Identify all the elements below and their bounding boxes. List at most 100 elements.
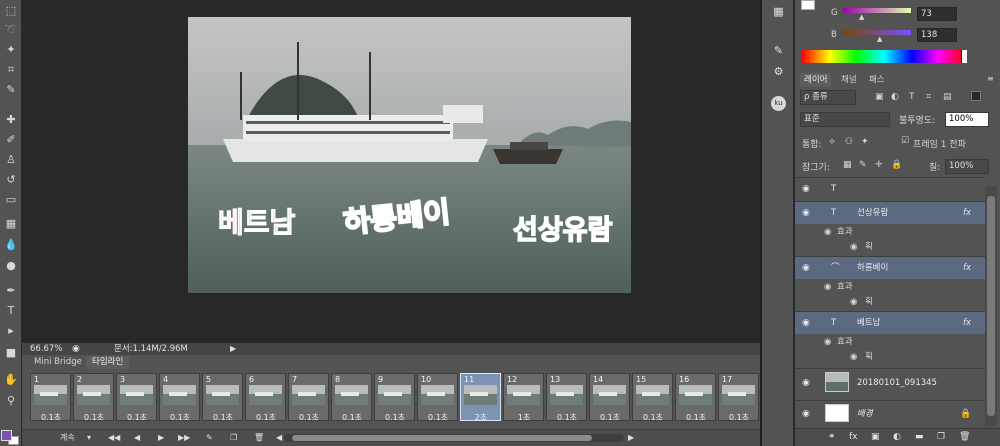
panel-menu-icon[interactable]: ≡ xyxy=(987,74,994,83)
tab-layers[interactable]: 레이어 xyxy=(800,73,832,87)
eye-icon[interactable]: ◉ xyxy=(824,225,831,240)
fill-input[interactable]: 100% xyxy=(945,159,989,174)
play-button[interactable]: ▶ xyxy=(158,432,164,444)
animation-frame[interactable]: 7 0.1초 xyxy=(288,373,329,422)
layer-halong-bay[interactable]: ◉ ⌒ 하롱베이 fx xyxy=(795,256,985,279)
filter-shape-icon[interactable]: ⌗ xyxy=(926,92,931,102)
adjustment-layer-icon[interactable]: ◐ xyxy=(893,432,901,442)
white-swatch[interactable] xyxy=(961,50,967,63)
frame-delay-select[interactable]: 0.1초 xyxy=(204,412,242,423)
quick-select-icon[interactable]: ✦ xyxy=(3,42,19,58)
animation-frame[interactable]: 3 0.1초 xyxy=(116,373,157,423)
eye-icon[interactable]: ◉ xyxy=(824,335,831,350)
frame-delay-select[interactable]: 0.1초 xyxy=(75,412,113,423)
loop-select[interactable]: 계속 xyxy=(60,432,75,444)
channel-b-value[interactable]: 138 xyxy=(917,28,957,42)
eye-icon[interactable]: ◉ xyxy=(824,280,831,295)
animation-frame[interactable]: 16 0.1초 xyxy=(675,373,716,423)
frame-delay-select[interactable]: 0.1초 xyxy=(591,412,629,423)
loop-dropdown-icon[interactable]: ▾ xyxy=(87,432,91,444)
animation-frame[interactable]: 1 0.1초 xyxy=(30,373,71,423)
tab-timeline[interactable]: 타임라인 xyxy=(86,356,130,369)
new-group-icon[interactable]: ▬ xyxy=(915,432,924,442)
frame-delay-select[interactable]: 0.1초 xyxy=(720,412,758,423)
opacity-input[interactable]: 100% xyxy=(945,112,989,127)
stamp-icon[interactable]: ♙ xyxy=(3,152,19,168)
animation-frame[interactable]: 12 1초 xyxy=(503,373,544,422)
tab-channels[interactable]: 채널 xyxy=(837,73,861,87)
eyedropper-icon[interactable]: ✎ xyxy=(3,82,19,98)
eye-icon[interactable]: ◉ xyxy=(802,202,810,224)
canvas-area[interactable]: 베트남 하롱베이 선상유람 xyxy=(22,0,760,342)
effects-row[interactable]: ◉ 효과 xyxy=(795,225,985,240)
lock-pixels-icon[interactable]: ✎ xyxy=(859,160,867,170)
blend-mode-select[interactable]: 표준 xyxy=(800,112,890,127)
stroke-row[interactable]: ◉ 획 xyxy=(795,240,985,255)
next-frame-button[interactable]: ▶▶ xyxy=(178,432,190,444)
scroll-thumb[interactable] xyxy=(292,435,592,441)
dodge-icon[interactable]: ● xyxy=(3,258,19,274)
layer-photo[interactable]: ◉ 20180101_091345 xyxy=(795,368,985,396)
layer-vietnam[interactable]: ◉ T 베트남 fx xyxy=(795,311,985,334)
tab-paths[interactable]: 패스 xyxy=(865,73,889,87)
status-menu-arrow-icon[interactable]: ▶ xyxy=(230,343,236,355)
layers-scrollbar[interactable] xyxy=(985,186,997,426)
filter-toggle[interactable] xyxy=(971,91,981,101)
animation-frame[interactable]: 8 0.1초 xyxy=(331,373,372,422)
link-layers-icon[interactable]: ⚭ xyxy=(828,432,836,442)
path-select-icon[interactable]: ▸ xyxy=(3,323,19,339)
slider-knob-icon[interactable]: ▲ xyxy=(877,35,882,43)
eraser-icon[interactable]: ▭ xyxy=(3,192,19,208)
fx-icon[interactable]: fx xyxy=(963,312,971,334)
frame-delay-select[interactable]: 0.1초 xyxy=(419,412,457,423)
layer-text-empty[interactable]: ◉ T xyxy=(795,177,985,200)
brush-presets-icon[interactable]: ✎ xyxy=(771,43,786,58)
animation-frame[interactable]: 4 0.1초 xyxy=(159,373,200,423)
history-brush-icon[interactable]: ↺ xyxy=(3,172,19,188)
zoom-level[interactable]: 66.67% xyxy=(30,343,62,355)
layer-filter-select[interactable]: ρ 종류 xyxy=(800,90,856,105)
lock-position-icon[interactable]: ✛ xyxy=(875,160,883,170)
adjustments-icon[interactable]: ▦ xyxy=(771,4,786,19)
crop-icon[interactable]: ⌗ xyxy=(3,62,19,78)
animation-frame[interactable]: 17 0.1초 xyxy=(718,373,759,423)
blur-icon[interactable]: 💧 xyxy=(3,237,19,253)
filter-pixel-icon[interactable]: ▣ xyxy=(875,92,884,102)
filter-type-icon[interactable]: T xyxy=(909,92,915,102)
filter-adjust-icon[interactable]: ◐ xyxy=(891,92,899,102)
frame-delay-select[interactable]: 0.1초 xyxy=(634,412,672,423)
tween-icon[interactable]: ✎ xyxy=(206,432,213,444)
type-icon[interactable]: T xyxy=(3,303,19,319)
foreground-swatch[interactable] xyxy=(1,430,12,441)
effects-row[interactable]: ◉ 효과 xyxy=(795,335,985,350)
animation-frame[interactable]: 9 0.1초 xyxy=(374,373,415,422)
stroke-row[interactable]: ◉ 획 xyxy=(795,295,985,310)
scroll-right-icon[interactable]: ▶ xyxy=(628,432,634,444)
pen-icon[interactable]: ✒ xyxy=(3,283,19,299)
lock-all-icon[interactable]: 🔒 xyxy=(891,160,902,170)
slider-knob-icon[interactable]: ▲ xyxy=(859,13,864,21)
delete-frame-icon[interactable]: 🗑 xyxy=(254,432,264,444)
tab-mini-bridge[interactable]: Mini Bridge xyxy=(28,356,88,369)
clone-source-icon[interactable]: ⚙ xyxy=(771,64,786,79)
unify-position-icon[interactable]: ⟡ xyxy=(829,137,835,147)
kuler-icon[interactable]: ku xyxy=(771,96,786,111)
rectangle-icon[interactable]: ■ xyxy=(3,345,19,361)
animation-frame[interactable]: 15 0.1초 xyxy=(632,373,673,423)
frame-delay-select[interactable]: 0.1초 xyxy=(677,412,715,423)
scroll-thumb[interactable] xyxy=(987,196,995,416)
frame-delay-select[interactable]: 0.1초 xyxy=(32,412,70,423)
frame-delay-select[interactable]: 0.1초 xyxy=(118,412,156,423)
animation-frame[interactable]: 5 0.1초 xyxy=(202,373,243,423)
status-icon[interactable]: ◉ xyxy=(72,343,80,355)
hand-icon[interactable]: ✋ xyxy=(3,372,19,388)
effects-row[interactable]: ◉ 효과 xyxy=(795,280,985,295)
frame-delay-select[interactable]: 0.1초 xyxy=(161,412,199,423)
lasso-icon[interactable]: ➰ xyxy=(3,22,19,38)
channel-g-slider[interactable] xyxy=(843,8,911,13)
frame-delay-select[interactable]: 0.1초 xyxy=(247,412,285,423)
eye-icon[interactable]: ◉ xyxy=(850,295,857,310)
new-layer-icon[interactable]: ❐ xyxy=(937,432,945,442)
prev-frame-button[interactable]: ◀ xyxy=(134,432,140,444)
healing-icon[interactable]: ✚ xyxy=(3,112,19,128)
